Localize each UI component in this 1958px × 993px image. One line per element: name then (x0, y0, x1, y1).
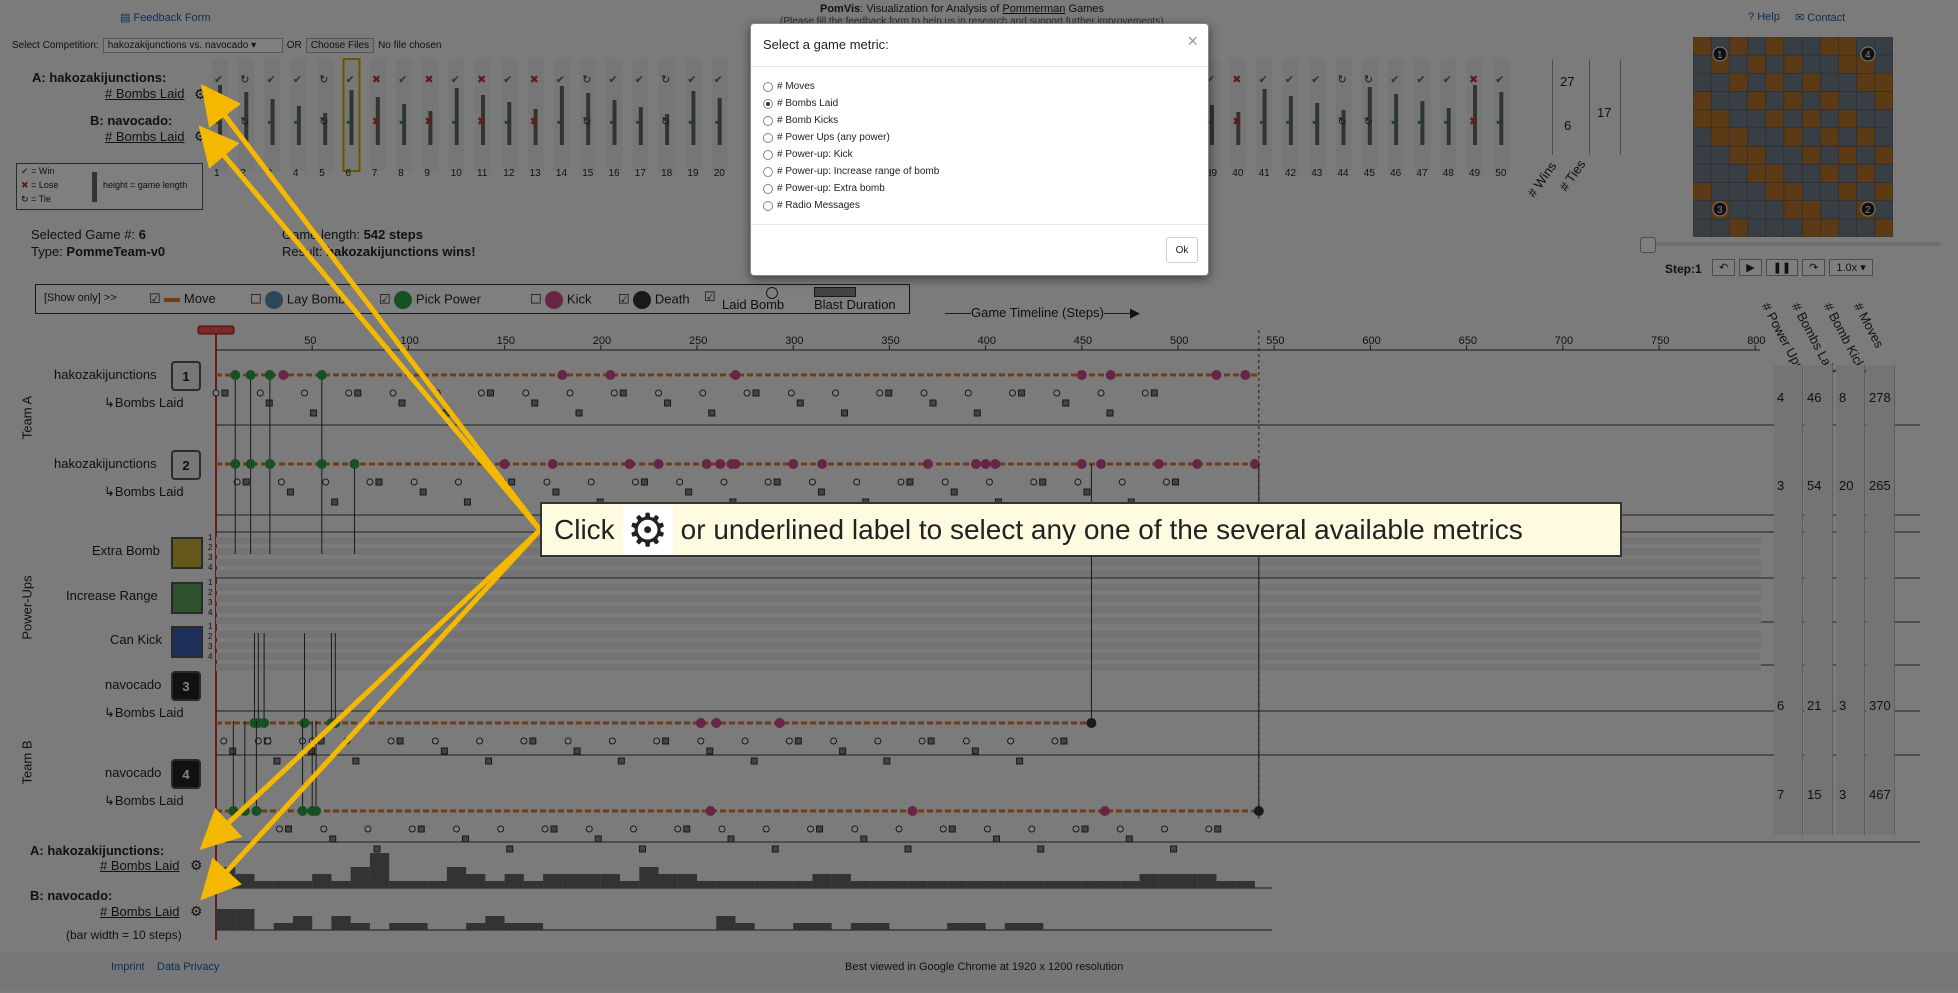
annotation-arrow (199, 528, 542, 850)
modal-header: Select a game metric: × (751, 24, 1208, 67)
metric-option-label: # Radio Messages (777, 200, 860, 211)
radio-button[interactable] (763, 200, 773, 211)
metric-option-label: # Bomb Kicks (777, 115, 839, 126)
metric-modal: Select a game metric: × # Moves # Bombs L… (750, 23, 1209, 276)
radio-button[interactable] (763, 132, 773, 143)
metric-option-label: # Power Ups (any power) (777, 132, 890, 143)
metric-option[interactable]: # Power-up: Kick (763, 149, 853, 160)
instruction-callout: Click ⚙ or underlined label to select an… (540, 502, 1622, 557)
metric-option[interactable]: # Power Ups (any power) (763, 132, 890, 143)
metric-option-label: # Power-up: Kick (777, 149, 853, 160)
metric-option[interactable]: # Power-up: Increase range of bomb (763, 166, 939, 177)
radio-button[interactable] (763, 166, 773, 177)
radio-button[interactable] (763, 183, 773, 194)
gear-icon: ⚙ (622, 504, 673, 555)
modal-footer: Ok (751, 224, 1208, 275)
annotation-arrow (200, 528, 542, 901)
metric-option[interactable]: # Power-up: Extra bomb (763, 183, 885, 194)
radio-button[interactable] (763, 98, 773, 109)
metric-option[interactable]: # Moves (763, 81, 815, 92)
metric-option-label: # Power-up: Increase range of bomb (777, 166, 940, 177)
metric-option[interactable]: # Bombs Laid (763, 98, 838, 109)
radio-button[interactable] (763, 81, 773, 92)
ok-button[interactable]: Ok (1166, 237, 1198, 263)
modal-title: Select a game metric: (763, 37, 889, 52)
metric-option-label: # Bombs Laid (777, 98, 839, 109)
metric-option-label: # Power-up: Extra bomb (777, 183, 885, 194)
metric-option-label: # Moves (777, 81, 815, 92)
metric-option[interactable]: # Radio Messages (763, 200, 860, 211)
close-icon[interactable]: × (1187, 31, 1198, 52)
radio-button[interactable] (763, 149, 773, 160)
radio-button[interactable] (763, 115, 773, 126)
metric-option[interactable]: # Bomb Kicks (763, 115, 838, 126)
annotation-arrow (198, 125, 542, 532)
annotation-arrow (200, 84, 542, 532)
